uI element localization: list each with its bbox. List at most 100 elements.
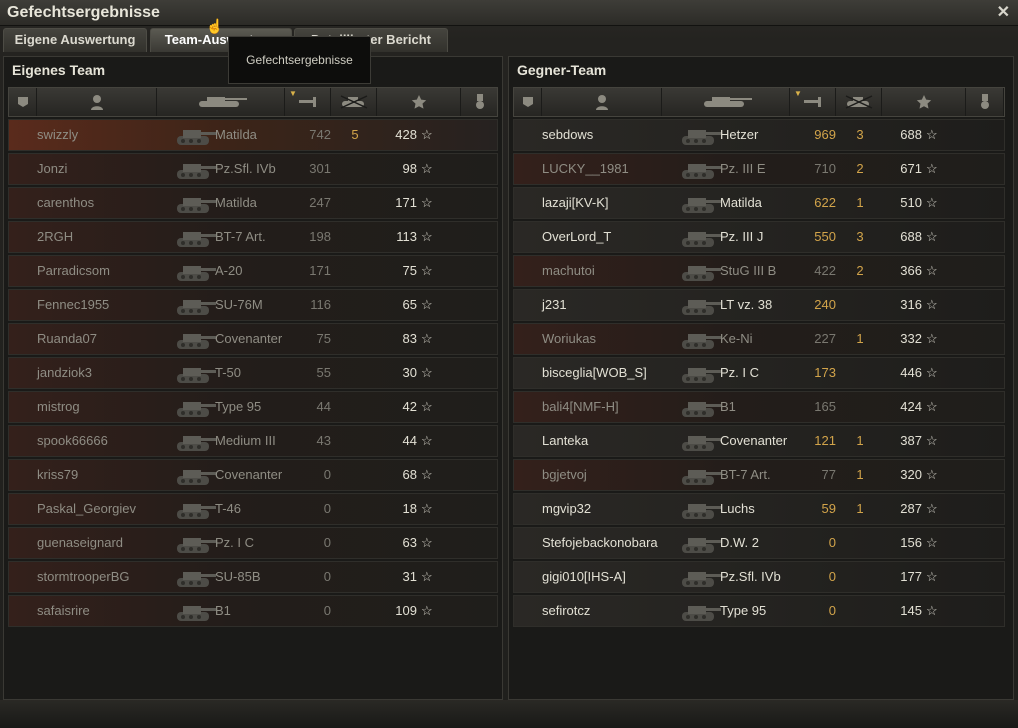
sort-indicator-icon: ▼ xyxy=(289,89,297,98)
player-row[interactable]: sefirotcz Type 95 0 145 ☆ xyxy=(513,595,1005,627)
tank-icon xyxy=(679,462,723,488)
kills-value: 1 xyxy=(856,467,864,482)
damage-value: 0 xyxy=(828,569,836,584)
star-icon: ☆ xyxy=(926,195,938,210)
tank-icon xyxy=(679,530,723,556)
player-row[interactable]: machutoi StuG III B 422 2 366 ☆ xyxy=(513,255,1005,287)
tank-icon xyxy=(174,258,218,284)
kills-value xyxy=(345,256,365,286)
player-name: Fennec1955 xyxy=(37,297,110,312)
own-team-title: Eigenes Team xyxy=(12,62,106,78)
damage-value: 165 xyxy=(814,399,836,414)
player-name: Woriukas xyxy=(542,331,596,346)
player-row[interactable]: Paskal_Georgiev T-46 0 18 ☆ xyxy=(8,493,498,525)
tank-icon xyxy=(174,496,218,522)
kills-value xyxy=(345,562,365,592)
column-tank-icon[interactable] xyxy=(662,88,790,116)
title-bar[interactable]: Gefechtsergebnisse ✕ xyxy=(0,0,1018,26)
player-row[interactable]: gigi010[IHS-A] Pz.Sfl. IVb 0 177 ☆ xyxy=(513,561,1005,593)
player-row[interactable]: LUCKY__1981 Pz. III E 710 2 671 ☆ xyxy=(513,153,1005,185)
column-xp-star-icon[interactable] xyxy=(882,88,966,116)
player-row[interactable]: Lanteka Covenanter 121 1 387 ☆ xyxy=(513,425,1005,457)
tank-icon xyxy=(174,462,218,488)
close-icon[interactable]: ✕ xyxy=(997,2,1010,22)
player-row[interactable]: Stefojebackonobara D.W. 2 0 156 ☆ xyxy=(513,527,1005,559)
column-kills-icon[interactable] xyxy=(331,88,377,116)
column-player-icon[interactable] xyxy=(37,88,157,116)
kills-value xyxy=(850,528,870,558)
kills-value xyxy=(345,426,365,456)
player-row[interactable]: swizzly Matilda 742 5 428 ☆ xyxy=(8,119,498,151)
column-medal-icon[interactable] xyxy=(461,88,499,116)
star-icon: ☆ xyxy=(421,161,433,176)
column-tank-icon[interactable] xyxy=(157,88,285,116)
tank-icon xyxy=(679,326,723,352)
column-damage-icon[interactable]: ▼ xyxy=(790,88,836,116)
xp-value: 316 xyxy=(900,297,922,312)
column-player-icon[interactable] xyxy=(542,88,662,116)
star-icon: ☆ xyxy=(926,603,938,618)
tank-icon xyxy=(679,496,723,522)
player-row[interactable]: jandziok3 T-50 55 30 ☆ xyxy=(8,357,498,389)
player-row[interactable]: Woriukas Ke-Ni 227 1 332 ☆ xyxy=(513,323,1005,355)
column-medal-icon[interactable] xyxy=(966,88,1004,116)
damage-value: 44 xyxy=(316,399,331,414)
player-row[interactable]: Fennec1955 SU-76M 116 65 ☆ xyxy=(8,289,498,321)
column-kills-icon[interactable] xyxy=(836,88,882,116)
player-name: swizzly xyxy=(37,127,79,142)
player-row[interactable]: spook66666 Medium III 43 44 ☆ xyxy=(8,425,498,457)
kills-value xyxy=(345,222,365,252)
player-row[interactable]: j231 LT vz. 38 240 316 ☆ xyxy=(513,289,1005,321)
kills-value xyxy=(345,460,365,490)
column-xp-star-icon[interactable] xyxy=(377,88,461,116)
star-icon: ☆ xyxy=(421,229,433,244)
tank-icon xyxy=(174,428,218,454)
enemy-column-header: ▼ xyxy=(513,87,1005,117)
player-name: spook66666 xyxy=(37,433,108,448)
kills-value xyxy=(345,154,365,184)
player-row[interactable]: safaisrire B1 0 109 ☆ xyxy=(8,595,498,627)
player-row[interactable]: Jonzi Pz.Sfl. IVb 301 98 ☆ xyxy=(8,153,498,185)
column-squad-icon[interactable] xyxy=(9,88,37,116)
player-row[interactable]: stormtrooperBG SU-85B 0 31 ☆ xyxy=(8,561,498,593)
player-row[interactable]: mistrog Type 95 44 42 ☆ xyxy=(8,391,498,423)
player-row[interactable]: bgjetvoj BT-7 Art. 77 1 320 ☆ xyxy=(513,459,1005,491)
xp-value: 424 xyxy=(900,399,922,414)
tank-icon xyxy=(679,394,723,420)
player-row[interactable]: mgvip32 Luchs 59 1 287 ☆ xyxy=(513,493,1005,525)
xp-value: 75 xyxy=(402,263,417,278)
column-squad-icon[interactable] xyxy=(514,88,542,116)
star-icon: ☆ xyxy=(926,433,938,448)
vehicle-name: SU-76M xyxy=(215,297,263,312)
player-row[interactable]: kriss79 Covenanter 0 68 ☆ xyxy=(8,459,498,491)
player-row[interactable]: guenaseignard Pz. I C 0 63 ☆ xyxy=(8,527,498,559)
player-name: Ruanda07 xyxy=(37,331,97,346)
player-name: Jonzi xyxy=(37,161,68,176)
vehicle-name: A-20 xyxy=(215,263,243,278)
kills-value: 5 xyxy=(351,127,359,142)
tab-own-evaluation[interactable]: Eigene Auswertung xyxy=(3,28,147,52)
player-name: LUCKY__1981 xyxy=(542,161,629,176)
xp-value: 65 xyxy=(402,297,417,312)
player-name: carenthos xyxy=(37,195,95,210)
column-damage-icon[interactable]: ▼ xyxy=(285,88,331,116)
tank-icon xyxy=(679,156,723,182)
tank-icon xyxy=(679,190,723,216)
player-row[interactable]: 2RGH BT-7 Art. 198 113 ☆ xyxy=(8,221,498,253)
player-row[interactable]: Ruanda07 Covenanter 75 83 ☆ xyxy=(8,323,498,355)
player-row[interactable]: carenthos Matilda 247 171 ☆ xyxy=(8,187,498,219)
player-row[interactable]: bisceglia[WOB_S] Pz. I C 173 446 ☆ xyxy=(513,357,1005,389)
star-icon: ☆ xyxy=(421,433,433,448)
player-name: bisceglia[WOB_S] xyxy=(542,365,647,380)
damage-value: 969 xyxy=(814,127,836,142)
xp-value: 320 xyxy=(900,467,922,482)
player-row[interactable]: lazaji[KV-K] Matilda 622 1 510 ☆ xyxy=(513,187,1005,219)
player-name: jandziok3 xyxy=(37,365,92,380)
vehicle-name: Luchs xyxy=(720,501,755,516)
player-row[interactable]: OverLord_T Pz. III J 550 3 688 ☆ xyxy=(513,221,1005,253)
star-icon: ☆ xyxy=(926,569,938,584)
vehicle-name: Pz. I C xyxy=(215,535,255,550)
player-row[interactable]: bali4[NMF-H] B1 165 424 ☆ xyxy=(513,391,1005,423)
player-row[interactable]: Parradicsom A-20 171 75 ☆ xyxy=(8,255,498,287)
player-row[interactable]: sebdows Hetzer 969 3 688 ☆ xyxy=(513,119,1005,151)
